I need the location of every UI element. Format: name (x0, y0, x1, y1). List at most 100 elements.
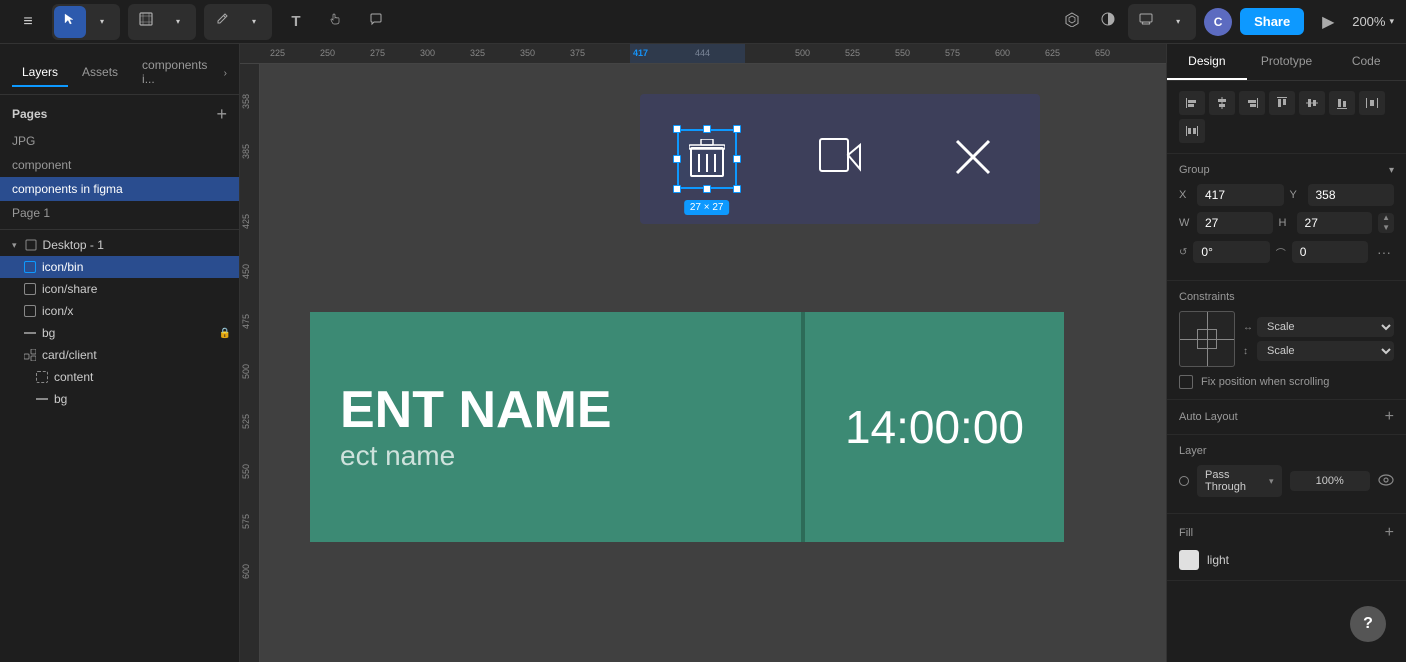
constraint-h-select[interactable]: Scale Left Right Left and Right Center (1257, 317, 1394, 337)
share-button[interactable]: Share (1240, 8, 1304, 35)
pencil-tool-button[interactable] (206, 6, 238, 38)
select-tool-dropdown[interactable]: ▾ (86, 6, 118, 38)
tab-code[interactable]: Code (1326, 44, 1406, 80)
y-input[interactable] (1308, 184, 1395, 206)
theme-button[interactable] (1092, 6, 1124, 38)
event-time: 14:00:00 (805, 400, 1064, 454)
layer-icon-share[interactable]: icon/share (0, 278, 239, 300)
bin-icon-wrapper: 27 × 27 (677, 129, 737, 189)
zoom-button[interactable]: 200% ▾ (1352, 14, 1394, 29)
auto-layout-add-button[interactable]: + (1385, 408, 1394, 426)
layer-content[interactable]: content (0, 366, 239, 388)
page-item-page1[interactable]: Page 1 (0, 201, 239, 225)
pages-title: Pages (12, 107, 47, 121)
component-instance-icon (36, 371, 48, 383)
selection-box (677, 129, 737, 189)
help-button[interactable]: ? (1350, 606, 1386, 642)
layer-bg[interactable]: bg 🔒 (0, 322, 239, 344)
bin-svg (689, 139, 725, 179)
rotation-icon: ↺ (1179, 247, 1187, 258)
constraint-v-icon: ↕ (1243, 346, 1253, 357)
layer-icon-x[interactable]: icon/x (0, 300, 239, 322)
layer-icon-bin[interactable]: icon/bin (0, 256, 239, 278)
remote-dropdown[interactable]: ▾ (1162, 6, 1194, 38)
text-tool-button[interactable]: T (280, 6, 312, 38)
toolbar: ≡ ▾ ▾ (0, 0, 1406, 44)
w-input[interactable] (1197, 212, 1273, 234)
component-icon (24, 261, 36, 273)
layer-bg-inner[interactable]: bg (0, 388, 239, 410)
pencil-tool-dropdown[interactable]: ▾ (238, 6, 270, 38)
main-area: Layers Assets components i... › Pages + … (0, 44, 1406, 662)
eye-icon[interactable] (1378, 473, 1394, 489)
fill-add-button[interactable]: + (1385, 524, 1394, 542)
wh-row: W H ▲ ▼ (1179, 212, 1394, 234)
tab-assets[interactable]: Assets (72, 59, 128, 87)
layer-title: Layer (1179, 445, 1207, 457)
hand-tool-button[interactable] (320, 6, 352, 38)
chevron-down-icon: ▾ (1389, 16, 1394, 27)
page-item-jpg[interactable]: JPG (0, 129, 239, 153)
wh-stepper: ▲ ▼ (1378, 213, 1394, 232)
rotation-input[interactable] (1193, 241, 1269, 263)
tab-components[interactable]: components i... (132, 52, 220, 94)
layer-card-client[interactable]: card/client (0, 344, 239, 366)
opacity-input[interactable] (1290, 471, 1371, 491)
tab-layers[interactable]: Layers (12, 59, 68, 87)
h-label: H (1279, 217, 1291, 229)
select-tool-button[interactable] (54, 6, 86, 38)
tab-prototype[interactable]: Prototype (1247, 44, 1327, 80)
menu-button[interactable]: ≡ (12, 6, 44, 38)
component-icon (24, 305, 36, 317)
distribute-h-button[interactable] (1359, 91, 1385, 115)
share-svg (810, 127, 870, 187)
tab-design[interactable]: Design (1167, 44, 1247, 80)
comment-tool-button[interactable] (360, 6, 392, 38)
stepper-up[interactable]: ▲ (1382, 213, 1390, 223)
align-left-button[interactable] (1179, 91, 1205, 115)
align-center-v-button[interactable] (1299, 91, 1325, 115)
more-options-button[interactable]: ··· (1374, 240, 1394, 264)
handle-mr (733, 155, 741, 163)
layer-desktop[interactable]: ▾ Desktop - 1 (0, 234, 239, 256)
canvas-content: 27 × 27 (260, 64, 1166, 662)
align-center-h-icon (1215, 96, 1229, 110)
plugins-button[interactable] (1056, 6, 1088, 38)
remote-button[interactable] (1130, 6, 1162, 38)
auto-layout-title: Auto Layout (1179, 411, 1238, 423)
theme-icon (1100, 11, 1116, 32)
blend-mode-select[interactable]: Pass Through ▾ (1197, 465, 1282, 497)
play-button[interactable]: ▶ (1312, 6, 1344, 38)
align-center-h-button[interactable] (1209, 91, 1235, 115)
align-top-button[interactable] (1269, 91, 1295, 115)
chevron-down-icon: ▾ (100, 17, 104, 26)
frame-layer-icon (25, 239, 37, 251)
y-label: Y (1290, 189, 1302, 201)
layer-blend-row: Pass Through ▾ (1179, 465, 1394, 497)
page-item-component[interactable]: component (0, 153, 239, 177)
layer-circle-icon (1179, 476, 1189, 486)
align-right-button[interactable] (1239, 91, 1265, 115)
frame-tool-dropdown[interactable]: ▾ (162, 6, 194, 38)
chevron-down-icon: ▾ (176, 17, 180, 26)
frame-tool-button[interactable] (130, 6, 162, 38)
stepper-down[interactable]: ▼ (1382, 223, 1390, 233)
align-bottom-button[interactable] (1329, 91, 1355, 115)
constraint-v-select[interactable]: Scale Top Bottom Top and Bottom Center (1257, 341, 1394, 361)
x-icon-wrapper (943, 127, 1003, 192)
tool-group-frame: ▾ (128, 4, 196, 40)
pages-header: Pages + (0, 95, 239, 129)
layer-header: Layer (1179, 445, 1394, 457)
dimensions-section: Group ▾ X Y W H ▲ ▼ ↺ (1167, 154, 1406, 281)
canvas-area[interactable]: 225 250 275 300 325 350 375 417 444 500 … (240, 44, 1166, 662)
corner-input[interactable] (1292, 241, 1368, 263)
x-input[interactable] (1197, 184, 1284, 206)
fill-swatch[interactable] (1179, 550, 1199, 570)
handle-tr (733, 125, 741, 133)
fix-position-checkbox[interactable] (1179, 375, 1193, 389)
left-panel: Layers Assets components i... › Pages + … (0, 44, 240, 662)
pages-add-button[interactable]: + (216, 105, 227, 123)
h-input[interactable] (1297, 212, 1373, 234)
more-align-button[interactable] (1179, 119, 1205, 143)
page-item-components-figma[interactable]: components in figma (0, 177, 239, 201)
